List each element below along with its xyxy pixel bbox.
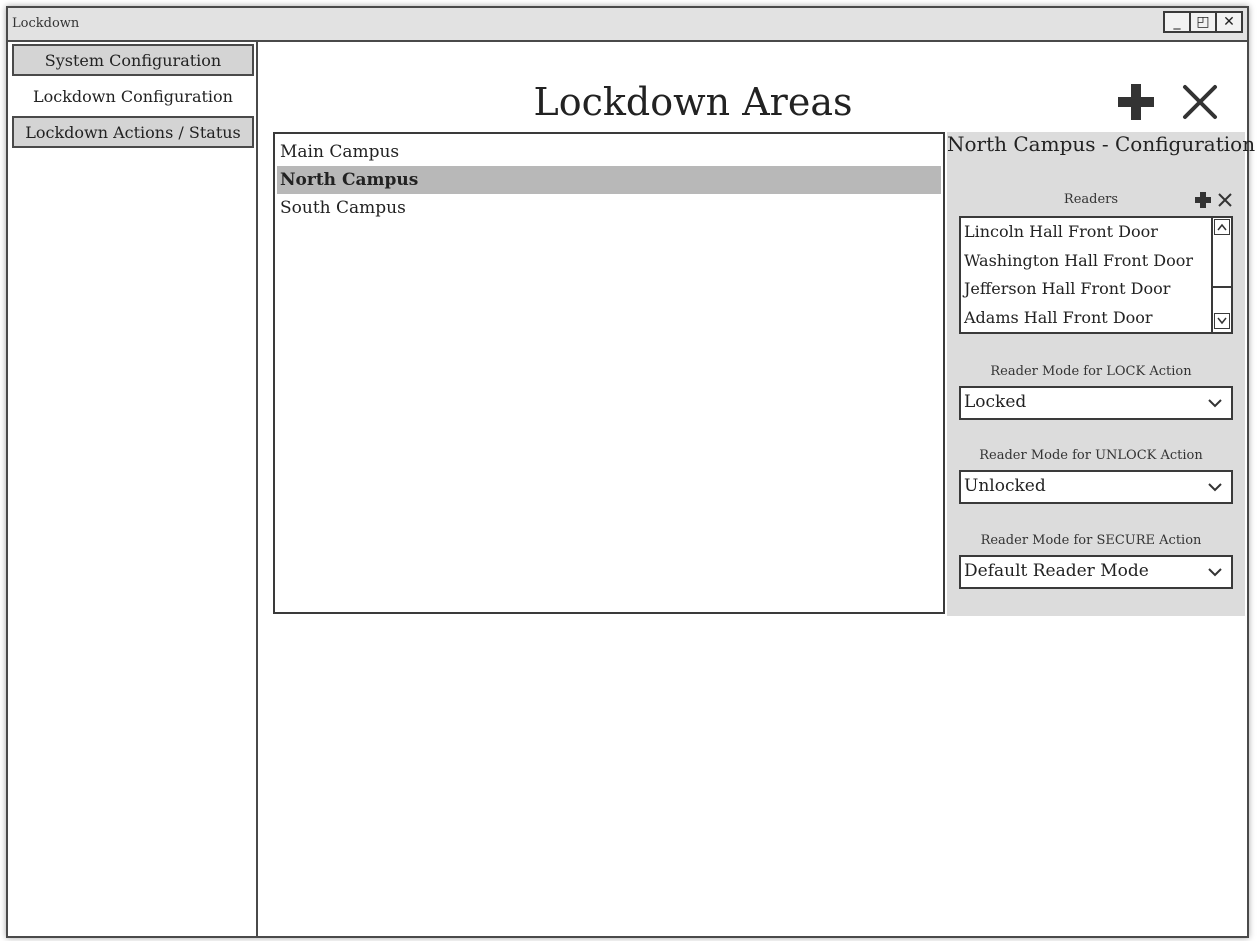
unlock-mode-label: Reader Mode for UNLOCK Action (979, 448, 1203, 463)
config-title: North Campus - Configuration (947, 132, 1256, 156)
restore-button[interactable]: ◰ (1189, 11, 1217, 33)
add-reader-button[interactable] (1193, 190, 1213, 210)
scroll-up-button[interactable] (1214, 219, 1230, 235)
window-controls: _ ◰ ✕ (1163, 11, 1243, 33)
readers-scrollbar[interactable] (1211, 218, 1231, 332)
page-title: Lockdown Areas (533, 80, 853, 124)
sidebar-item-system-configuration[interactable]: System Configuration (12, 44, 254, 76)
minimize-button[interactable]: _ (1163, 11, 1191, 33)
delete-reader-button[interactable] (1215, 190, 1235, 210)
list-item-main-campus[interactable]: Main Campus (277, 138, 941, 166)
unlock-mode-value: Unlocked (964, 476, 1046, 496)
readers-list[interactable]: Lincoln Hall Front Door Washington Hall … (959, 216, 1233, 334)
plus-icon (1195, 192, 1211, 208)
reader-item[interactable]: Adams Hall Front Door (961, 304, 1210, 333)
reader-item[interactable]: Washington Hall Front Door (961, 247, 1210, 276)
list-item-north-campus[interactable]: North Campus (277, 166, 941, 194)
x-icon (1218, 193, 1232, 207)
reader-item[interactable]: Lincoln Hall Front Door (961, 218, 1210, 247)
title-bar: Lockdown _ ◰ ✕ (8, 8, 1247, 42)
lock-mode-value: Locked (964, 392, 1027, 412)
sidebar: System Configuration Lockdown Configurat… (8, 42, 258, 936)
scroll-thumb[interactable] (1213, 238, 1231, 288)
plus-icon (1118, 84, 1154, 120)
list-item-south-campus[interactable]: South Campus (277, 194, 941, 222)
app-window: Lockdown _ ◰ ✕ System Configuration Lock… (6, 6, 1256, 938)
window-title: Lockdown (12, 16, 80, 31)
scroll-down-button[interactable] (1214, 313, 1230, 329)
secure-mode-label: Reader Mode for SECURE Action (980, 533, 1202, 548)
sidebar-item-lockdown-actions-status[interactable]: Lockdown Actions / Status (12, 116, 254, 148)
chevron-up-icon (1217, 223, 1227, 231)
sidebar-item-lockdown-configuration[interactable]: Lockdown Configuration (12, 82, 254, 114)
unlock-mode-select[interactable]: Unlocked (959, 470, 1233, 504)
add-area-button[interactable] (1116, 82, 1156, 122)
lock-mode-select[interactable]: Locked (959, 386, 1233, 420)
configuration-panel: North Campus - Configuration Readers Lin… (947, 132, 1256, 616)
reader-item[interactable]: Jefferson Hall Front Door (961, 275, 1210, 304)
lockdown-areas-list[interactable]: Main Campus North Campus South Campus (273, 132, 945, 614)
close-button[interactable]: ✕ (1215, 11, 1243, 33)
main-content: Lockdown Areas Main Campus North Campus … (258, 42, 1256, 936)
x-icon (1183, 85, 1217, 119)
chevron-down-icon (1217, 317, 1227, 325)
secure-mode-select[interactable]: Default Reader Mode (959, 555, 1233, 589)
chevron-down-icon (1208, 568, 1222, 577)
chevron-down-icon (1208, 399, 1222, 408)
secure-mode-value: Default Reader Mode (964, 561, 1149, 581)
chevron-down-icon (1208, 483, 1222, 492)
readers-label: Readers (1063, 192, 1119, 207)
lock-mode-label: Reader Mode for LOCK Action (990, 364, 1192, 379)
delete-area-button[interactable] (1180, 82, 1220, 122)
